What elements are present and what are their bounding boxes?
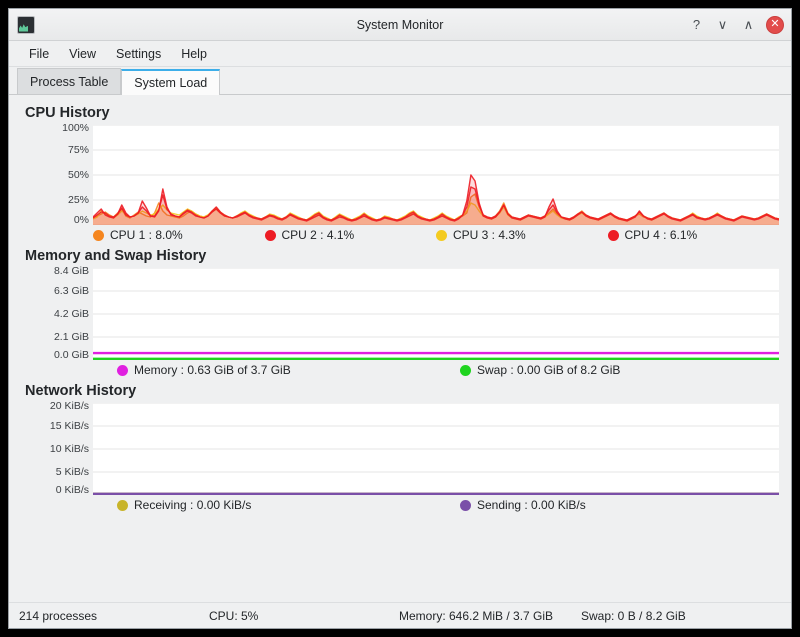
cpu-y-tick-100: 100% (62, 122, 89, 134)
legend-memory-label: Memory : 0.63 GiB of 3.7 GiB (134, 363, 291, 377)
status-bar: 214 processes CPU: 5% Memory: 646.2 MiB … (9, 602, 791, 628)
memory-swap-history-title: Memory and Swap History (21, 248, 779, 264)
network-history-section: Network History 20 KiB/s 15 KiB/s 10 KiB… (21, 383, 779, 512)
close-icon[interactable]: ✕ (766, 16, 784, 34)
cpu-1-color-dot (93, 230, 104, 241)
memory-y-tick-0: 0.0 GiB (54, 349, 89, 361)
sending-color-dot (460, 500, 471, 511)
legend-receiving-label: Receiving : 0.00 KiB/s (134, 498, 251, 512)
tab-system-load[interactable]: System Load (121, 69, 220, 95)
network-y-tick-10: 10 KiB/s (50, 443, 89, 455)
legend-sending-label: Sending : 0.00 KiB/s (477, 498, 586, 512)
status-processes: 214 processes (19, 609, 97, 623)
cpu-legend: CPU 1 : 8.0% CPU 2 : 4.1% CPU 3 : 4.3% C… (21, 228, 779, 242)
legend-cpu-1-label: CPU 1 : 8.0% (110, 228, 183, 242)
maximize-icon[interactable]: ∧ (740, 16, 757, 33)
memory-swap-legend: Memory : 0.63 GiB of 3.7 GiB Swap : 0.00… (21, 363, 779, 377)
cpu-history-title: CPU History (21, 105, 779, 121)
memory-y-axis: 8.4 GiB 6.3 GiB 4.2 GiB 2.1 GiB 0.0 GiB (21, 268, 93, 360)
cpu-y-axis: 100% 75% 50% 25% 0% (21, 125, 93, 225)
tab-process-table[interactable]: Process Table (17, 68, 121, 94)
cpu-y-tick-50: 50% (68, 169, 89, 181)
network-legend: Receiving : 0.00 KiB/s Sending : 0.00 Ki… (21, 498, 779, 512)
network-chart-row: 20 KiB/s 15 KiB/s 10 KiB/s 5 KiB/s 0 KiB… (21, 403, 779, 495)
menu-bar: File View Settings Help (9, 41, 791, 67)
tab-bar: Process Table System Load (9, 67, 791, 95)
system-load-panel: CPU History 100% 75% 50% 25% 0% CPU 1 : … (9, 95, 791, 602)
network-y-tick-0: 0 KiB/s (56, 484, 89, 496)
legend-cpu-1: CPU 1 : 8.0% (93, 228, 265, 242)
menu-item-view[interactable]: View (59, 44, 106, 64)
memory-swap-history-section: Memory and Swap History 8.4 GiB 6.3 GiB … (21, 248, 779, 377)
status-memory: Memory: 646.2 MiB / 3.7 GiB (399, 609, 553, 623)
menu-item-settings[interactable]: Settings (106, 44, 171, 64)
system-monitor-window: System Monitor ? ∨ ∧ ✕ File View Setting… (8, 8, 792, 629)
memory-swap-plot[interactable] (93, 268, 779, 360)
network-history-title: Network History (21, 383, 779, 399)
legend-swap-label: Swap : 0.00 GiB of 8.2 GiB (477, 363, 620, 377)
cpu-y-tick-75: 75% (68, 144, 89, 156)
memory-y-tick-42: 4.2 GiB (54, 308, 89, 320)
network-history-plot[interactable] (93, 403, 779, 495)
network-y-tick-5: 5 KiB/s (56, 466, 89, 478)
title-bar: System Monitor ? ∨ ∧ ✕ (9, 9, 791, 41)
cpu-2-color-dot (265, 230, 276, 241)
memory-color-dot (117, 365, 128, 376)
network-y-axis: 20 KiB/s 15 KiB/s 10 KiB/s 5 KiB/s 0 KiB… (21, 403, 93, 495)
legend-cpu-4: CPU 4 : 6.1% (608, 228, 780, 242)
memory-chart-row: 8.4 GiB 6.3 GiB 4.2 GiB 2.1 GiB 0.0 GiB (21, 268, 779, 360)
menu-item-help[interactable]: Help (171, 44, 217, 64)
legend-cpu-4-label: CPU 4 : 6.1% (625, 228, 698, 242)
cpu-4-color-dot (608, 230, 619, 241)
legend-cpu-3: CPU 3 : 4.3% (436, 228, 608, 242)
memory-y-tick-84: 8.4 GiB (54, 265, 89, 277)
cpu-history-section: CPU History 100% 75% 50% 25% 0% CPU 1 : … (21, 105, 779, 242)
menu-item-file[interactable]: File (19, 44, 59, 64)
system-monitor-icon (17, 16, 35, 34)
cpu-chart-row: 100% 75% 50% 25% 0% (21, 125, 779, 225)
legend-cpu-2-label: CPU 2 : 4.1% (282, 228, 355, 242)
legend-sending: Sending : 0.00 KiB/s (436, 498, 779, 512)
window-title: System Monitor (9, 18, 791, 32)
cpu-y-tick-0: 0% (74, 214, 89, 226)
legend-cpu-3-label: CPU 3 : 4.3% (453, 228, 526, 242)
legend-memory: Memory : 0.63 GiB of 3.7 GiB (93, 363, 436, 377)
help-icon[interactable]: ? (688, 16, 705, 33)
legend-swap: Swap : 0.00 GiB of 8.2 GiB (436, 363, 779, 377)
network-y-tick-20: 20 KiB/s (50, 400, 89, 412)
status-swap: Swap: 0 B / 8.2 GiB (581, 609, 686, 623)
cpu-3-color-dot (436, 230, 447, 241)
network-y-tick-15: 15 KiB/s (50, 420, 89, 432)
status-cpu: CPU: 5% (209, 609, 258, 623)
window-controls: ? ∨ ∧ ✕ (688, 16, 784, 34)
memory-y-tick-21: 2.1 GiB (54, 331, 89, 343)
minimize-icon[interactable]: ∨ (714, 16, 731, 33)
legend-receiving: Receiving : 0.00 KiB/s (93, 498, 436, 512)
legend-cpu-2: CPU 2 : 4.1% (265, 228, 437, 242)
cpu-y-tick-25: 25% (68, 194, 89, 206)
receiving-color-dot (117, 500, 128, 511)
cpu-history-plot[interactable] (93, 125, 779, 225)
swap-color-dot (460, 365, 471, 376)
memory-y-tick-63: 6.3 GiB (54, 285, 89, 297)
